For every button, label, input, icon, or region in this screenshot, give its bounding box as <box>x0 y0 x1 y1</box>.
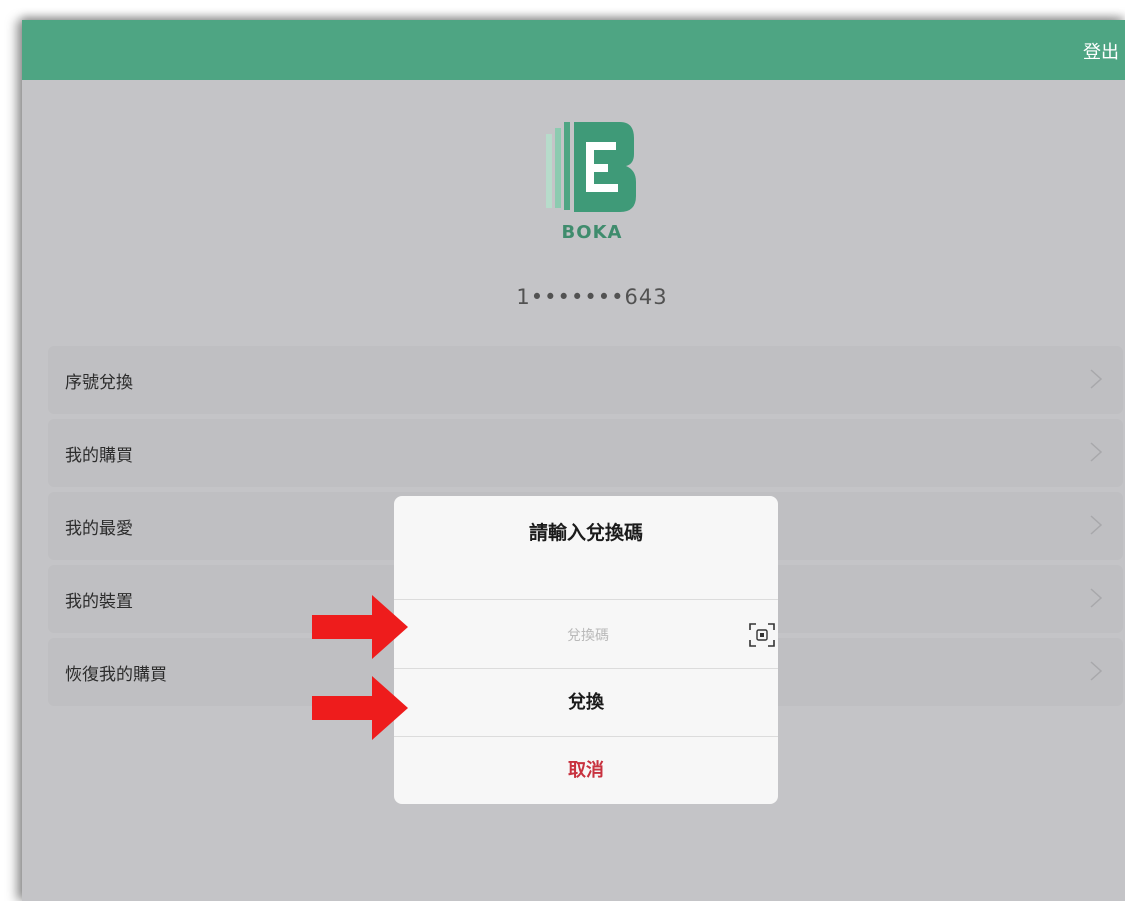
redeem-button[interactable]: 兌換 <box>394 668 778 737</box>
menu-item-label: 我的最愛 <box>65 519 133 539</box>
brand-name: BOKA <box>561 222 623 243</box>
menu-item-my-purchases[interactable]: 我的購買 <box>48 419 1123 487</box>
redeem-code-input[interactable] <box>454 600 722 671</box>
redeem-code-field-row <box>394 599 778 671</box>
scan-code-icon[interactable] <box>748 622 776 648</box>
menu-item-label: 我的購買 <box>65 446 133 466</box>
boka-logo <box>546 122 636 212</box>
cancel-button[interactable]: 取消 <box>394 736 778 804</box>
annotation-arrow-redeem <box>312 676 408 740</box>
dialog-title: 請輸入兌換碼 <box>528 522 643 544</box>
chevron-right-icon <box>1090 515 1103 535</box>
top-bar: 登出 <box>22 20 1125 80</box>
account-id: 1•••••••643 <box>516 285 668 309</box>
menu-item-label: 序號兌換 <box>65 373 133 393</box>
redeem-code-dialog: 請輸入兌換碼 兌換 取消 <box>394 496 778 804</box>
chevron-right-icon <box>1090 661 1103 681</box>
menu-item-redeem-serial[interactable]: 序號兌換 <box>48 346 1123 414</box>
annotation-arrow-input <box>312 595 408 659</box>
chevron-right-icon <box>1090 369 1103 389</box>
chevron-right-icon <box>1090 442 1103 462</box>
menu-item-label: 我的裝置 <box>65 592 133 612</box>
chevron-right-icon <box>1090 588 1103 608</box>
logout-button[interactable]: 登出 <box>1083 38 1119 64</box>
menu-item-label: 恢復我的購買 <box>65 665 167 685</box>
